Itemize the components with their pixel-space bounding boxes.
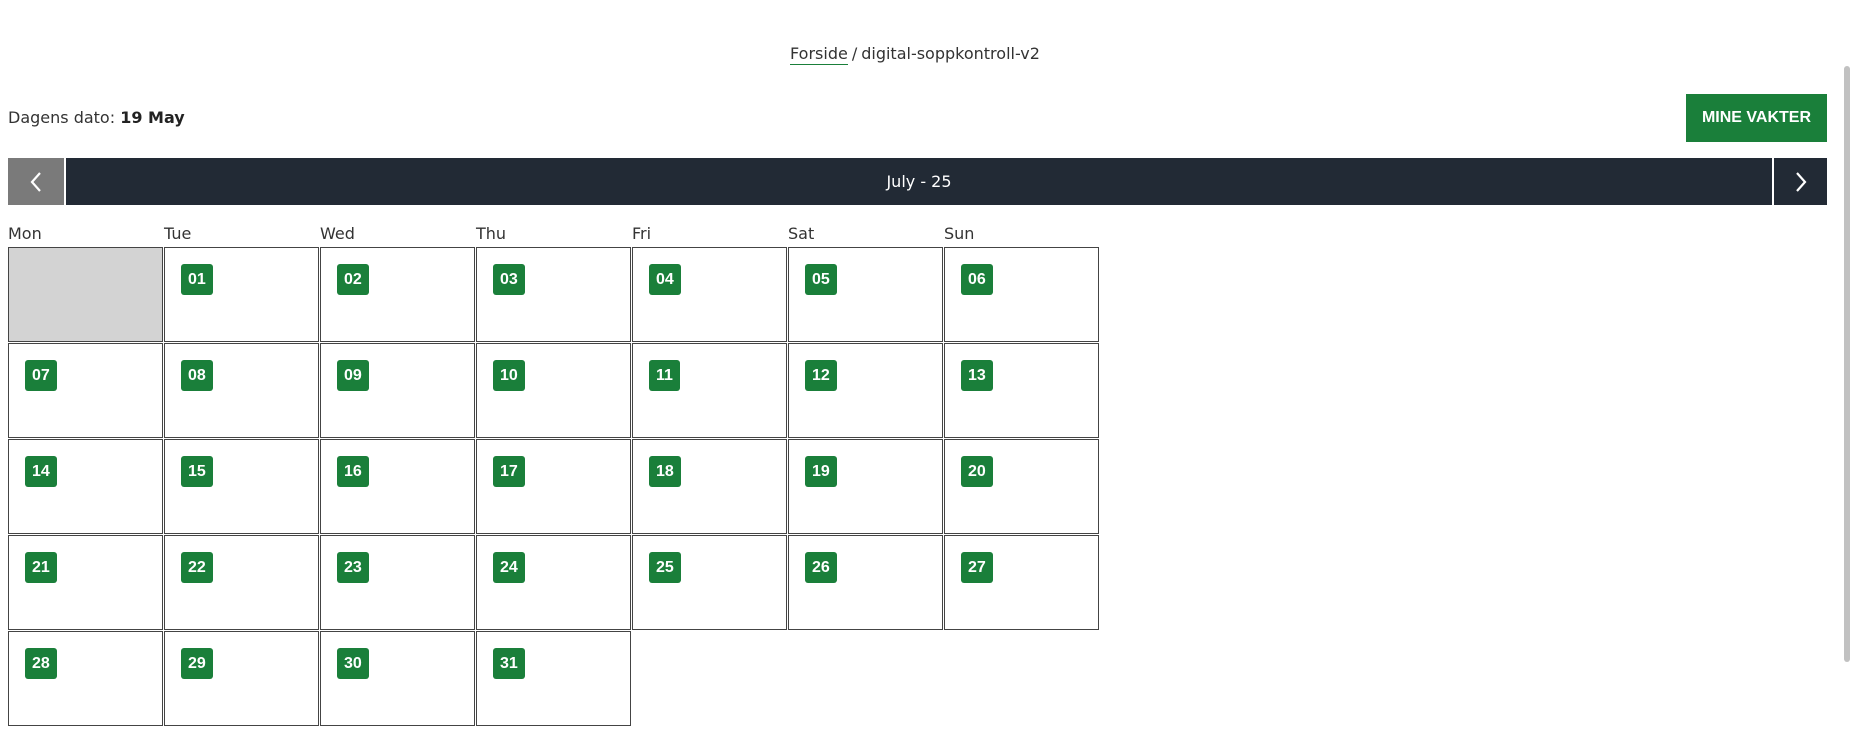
day-number-badge[interactable]: 14: [25, 456, 57, 487]
day-number-badge[interactable]: 18: [649, 456, 681, 487]
day-number-badge[interactable]: 31: [493, 648, 525, 679]
weekday-thu: Thu: [476, 224, 507, 243]
day-number-badge[interactable]: 05: [805, 264, 837, 295]
day-number-badge[interactable]: 02: [337, 264, 369, 295]
breadcrumb: Forside / digital-soppkontroll-v2: [0, 44, 1830, 65]
day-number-badge[interactable]: 23: [337, 552, 369, 583]
day-cell[interactable]: 16: [320, 439, 475, 534]
day-cell[interactable]: 20: [944, 439, 1099, 534]
day-number-badge[interactable]: 11: [649, 360, 680, 391]
day-cell[interactable]: 08: [164, 343, 319, 438]
day-number-badge[interactable]: 21: [25, 552, 57, 583]
breadcrumb-separator: /: [851, 44, 858, 63]
day-number-badge[interactable]: 27: [961, 552, 993, 583]
day-number-badge[interactable]: 09: [337, 360, 369, 391]
day-cell[interactable]: 11: [632, 343, 787, 438]
day-cell[interactable]: 18: [632, 439, 787, 534]
day-number-badge[interactable]: 24: [493, 552, 525, 583]
breadcrumb-home-link[interactable]: Forside: [790, 44, 848, 65]
month-navigation: July - 25: [8, 158, 1827, 205]
chevron-right-icon: [1795, 171, 1806, 192]
day-cell[interactable]: 13: [944, 343, 1099, 438]
breadcrumb-current: digital-soppkontroll-v2: [861, 44, 1040, 63]
day-number-badge[interactable]: 12: [805, 360, 837, 391]
day-number-badge[interactable]: 29: [181, 648, 213, 679]
current-month-label: July - 25: [66, 158, 1772, 205]
weekday-tue: Tue: [164, 224, 192, 243]
day-cell[interactable]: 02: [320, 247, 475, 342]
day-number-badge[interactable]: 25: [649, 552, 681, 583]
day-cell[interactable]: 19: [788, 439, 943, 534]
weekday-sat: Sat: [788, 224, 815, 243]
todays-date: Dagens dato: 19 May: [8, 108, 185, 127]
weekday-wed: Wed: [320, 224, 355, 243]
mine-vakter-button[interactable]: MINE VAKTER: [1686, 94, 1827, 142]
day-cell[interactable]: 30: [320, 631, 475, 726]
empty-day-cell: [8, 247, 163, 342]
day-cell[interactable]: 24: [476, 535, 631, 630]
day-cell[interactable]: 22: [164, 535, 319, 630]
day-cell[interactable]: 07: [8, 343, 163, 438]
chevron-left-icon: [30, 171, 41, 192]
day-cell[interactable]: 10: [476, 343, 631, 438]
day-cell[interactable]: 03: [476, 247, 631, 342]
day-cell[interactable]: 29: [164, 631, 319, 726]
day-number-badge[interactable]: 20: [961, 456, 993, 487]
day-number-badge[interactable]: 13: [961, 360, 993, 391]
day-number-badge[interactable]: 28: [25, 648, 57, 679]
day-number-badge[interactable]: 22: [181, 552, 213, 583]
day-number-badge[interactable]: 17: [493, 456, 525, 487]
day-cell[interactable]: 23: [320, 535, 475, 630]
day-cell[interactable]: 12: [788, 343, 943, 438]
previous-month-button[interactable]: [8, 158, 64, 205]
day-number-badge[interactable]: 08: [181, 360, 213, 391]
day-number-badge[interactable]: 30: [337, 648, 369, 679]
day-number-badge[interactable]: 15: [181, 456, 213, 487]
todays-date-label: Dagens dato:: [8, 108, 116, 127]
day-cell[interactable]: 06: [944, 247, 1099, 342]
day-cell[interactable]: 31: [476, 631, 631, 726]
day-cell[interactable]: 27: [944, 535, 1099, 630]
day-cell[interactable]: 15: [164, 439, 319, 534]
day-cell[interactable]: 14: [8, 439, 163, 534]
weekday-fri: Fri: [632, 224, 652, 243]
day-number-badge[interactable]: 01: [181, 264, 213, 295]
day-cell[interactable]: 28: [8, 631, 163, 726]
day-number-badge[interactable]: 03: [493, 264, 525, 295]
day-number-badge[interactable]: 06: [961, 264, 993, 295]
day-cell[interactable]: 09: [320, 343, 475, 438]
weekday-sun: Sun: [944, 224, 975, 243]
day-cell[interactable]: 01: [164, 247, 319, 342]
day-cell[interactable]: 26: [788, 535, 943, 630]
day-cell[interactable]: 05: [788, 247, 943, 342]
day-number-badge[interactable]: 16: [337, 456, 369, 487]
day-number-badge[interactable]: 10: [493, 360, 525, 391]
day-cell[interactable]: 04: [632, 247, 787, 342]
page-scrollbar[interactable]: [1844, 66, 1850, 662]
todays-date-value: 19 May: [120, 108, 185, 127]
day-number-badge[interactable]: 26: [805, 552, 837, 583]
day-cell[interactable]: 25: [632, 535, 787, 630]
day-cell[interactable]: 21: [8, 535, 163, 630]
next-month-button[interactable]: [1774, 158, 1827, 205]
day-cell[interactable]: 17: [476, 439, 631, 534]
weekday-header: Mon Tue Wed Thu Fri Sat Sun: [8, 224, 1100, 246]
weekday-mon: Mon: [8, 224, 42, 243]
day-number-badge[interactable]: 07: [25, 360, 57, 391]
day-number-badge[interactable]: 04: [649, 264, 681, 295]
day-number-badge[interactable]: 19: [805, 456, 837, 487]
